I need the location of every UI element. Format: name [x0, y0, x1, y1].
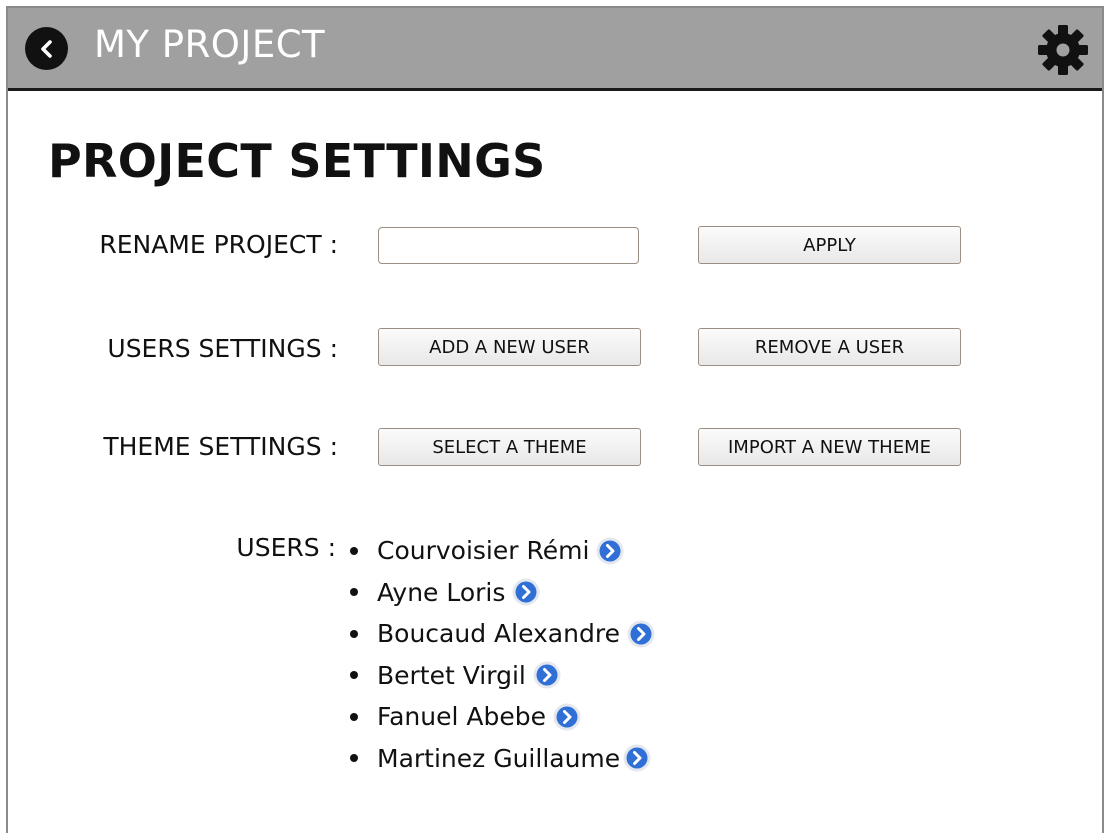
bullet-icon [350, 588, 358, 597]
user-name: Martinez Guillaume [377, 743, 621, 773]
bullet-icon [350, 754, 358, 763]
gear-icon[interactable] [1036, 23, 1090, 77]
bullet-icon [350, 629, 358, 638]
chevron-right-circle-icon[interactable] [595, 536, 625, 566]
select-theme-button[interactable]: SELECT A THEME [378, 428, 641, 466]
apply-button[interactable]: APPLY [698, 226, 961, 264]
user-list-item: Ayne Loris [348, 572, 656, 614]
rename-project-input[interactable] [378, 227, 639, 264]
chevron-right-circle-icon[interactable] [532, 660, 562, 690]
user-name: Fanuel Abebe [377, 702, 546, 732]
chevron-right-circle-icon[interactable] [622, 743, 652, 773]
back-button[interactable] [25, 27, 68, 70]
add-user-button[interactable]: ADD A NEW USER [378, 328, 641, 366]
users-label: USERS : [236, 533, 336, 562]
chevron-right-circle-icon[interactable] [511, 577, 541, 607]
rename-project-label: RENAME PROJECT : [99, 230, 338, 259]
user-list-item: Fanuel Abebe [348, 696, 656, 738]
app-window: MY PROJECT PROJECT SETTINGS RENAME PROJE… [6, 6, 1104, 833]
user-list-item: Courvoisier Rémi [348, 530, 656, 572]
user-name: Ayne Loris [377, 577, 506, 607]
user-list: Courvoisier Rémi Ayne Loris Boucaud Alex… [348, 530, 656, 779]
chevron-right-circle-icon[interactable] [552, 702, 582, 732]
user-name: Bertet Virgil [377, 660, 526, 690]
bullet-icon [350, 671, 358, 680]
chevron-left-icon [40, 39, 52, 58]
theme-settings-label: THEME SETTINGS : [103, 432, 338, 461]
users-settings-label: USERS SETTINGS : [107, 334, 338, 363]
remove-user-button[interactable]: REMOVE A USER [698, 328, 961, 366]
bullet-icon [350, 546, 358, 555]
chevron-right-circle-icon[interactable] [626, 619, 656, 649]
user-list-item: Martinez Guillaume [348, 738, 656, 780]
top-bar: MY PROJECT [8, 8, 1102, 91]
user-name: Boucaud Alexandre [377, 619, 620, 649]
bullet-icon [350, 712, 358, 721]
page-title: PROJECT SETTINGS [48, 134, 546, 188]
user-list-item: Boucaud Alexandre [348, 613, 656, 655]
user-name: Courvoisier Rémi [377, 536, 590, 566]
import-theme-button[interactable]: IMPORT A NEW THEME [698, 428, 961, 466]
user-list-item: Bertet Virgil [348, 655, 656, 697]
app-title: MY PROJECT [94, 23, 326, 66]
